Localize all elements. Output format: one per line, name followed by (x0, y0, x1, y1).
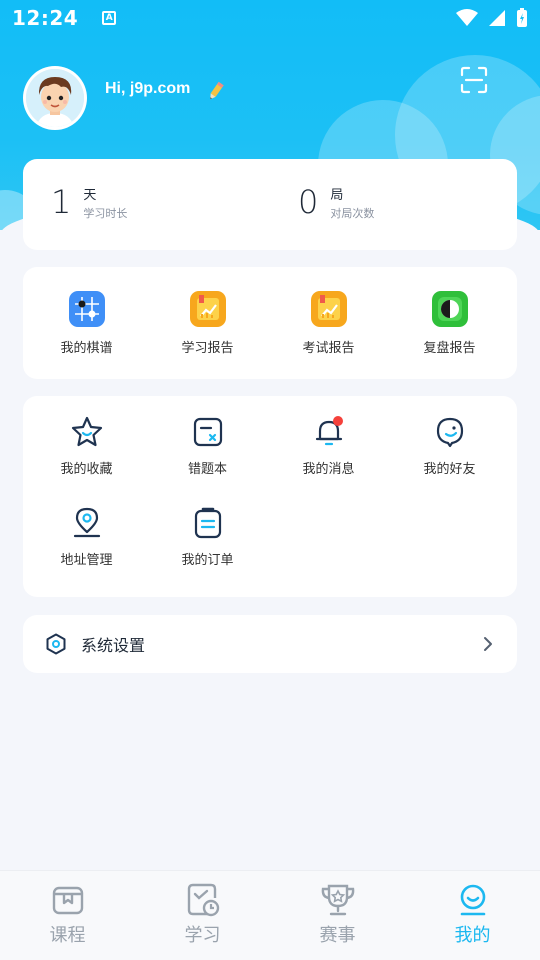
report-label: 考试报告 (302, 341, 355, 356)
tool-label: 我的消息 (302, 462, 355, 477)
stats-card: 1 天 学习时长 0 局 对局次数 (23, 159, 517, 250)
game-count-stat[interactable]: 0 局 对局次数 (298, 183, 374, 221)
tool-item-mistakes[interactable]: 错题本 (147, 414, 268, 505)
nav-label: 我的 (454, 925, 491, 946)
chevron-right-icon (484, 637, 492, 651)
report-item-board-record[interactable]: 我的棋谱 (26, 291, 147, 356)
status-a-icon: A (102, 11, 117, 25)
report-item-study[interactable]: 学习报告 (147, 291, 268, 356)
stat-label: 对局次数 (330, 206, 375, 220)
tool-item-address[interactable]: 地址管理 (26, 505, 147, 596)
tab-events[interactable]: 赛事 (270, 871, 405, 960)
wifi-icon (456, 9, 478, 26)
order-icon (194, 507, 221, 539)
tool-label: 我的收藏 (60, 462, 113, 477)
tool-label: 错题本 (187, 462, 227, 477)
username[interactable]: Hi, j9p.com (105, 80, 190, 98)
stat-label: 学习时长 (83, 206, 128, 220)
avatar[interactable] (23, 66, 87, 130)
system-settings-row[interactable]: 系统设置 (23, 615, 517, 673)
report-label: 复盘报告 (423, 341, 476, 356)
nav-label: 课程 (49, 925, 86, 946)
report-label: 学习报告 (181, 341, 234, 356)
reports-card: 我的棋谱 学习报告 考试报告 复盘报告 (23, 267, 517, 379)
board-record-icon (68, 291, 105, 327)
trophy-icon (321, 884, 354, 916)
signal-icon (489, 10, 505, 26)
friend-icon (436, 417, 463, 448)
stat-unit: 局 (330, 187, 344, 203)
stat-unit: 天 (83, 187, 97, 203)
study-duration-stat[interactable]: 1 天 学习时长 (51, 183, 127, 221)
scan-icon[interactable] (460, 66, 488, 94)
study-icon (187, 883, 219, 917)
review-report-icon (431, 291, 468, 327)
settings-hexagon-icon (46, 633, 66, 655)
battery-icon (517, 8, 527, 27)
tool-item-orders[interactable]: 我的订单 (147, 505, 268, 596)
status-time: 12:24 (12, 6, 79, 30)
course-icon (52, 886, 83, 915)
tool-item-friends[interactable]: 我的好友 (389, 414, 510, 505)
tool-item-messages[interactable]: 我的消息 (268, 414, 389, 505)
avatar-face-icon (26, 69, 84, 127)
study-report-icon (189, 291, 226, 327)
tool-label: 我的好友 (423, 462, 476, 477)
exam-report-icon (310, 291, 347, 327)
tab-course[interactable]: 课程 (0, 871, 135, 960)
nav-label: 赛事 (319, 925, 356, 946)
mistake-book-icon (193, 417, 222, 447)
nav-label: 学习 (184, 925, 221, 946)
report-item-review[interactable]: 复盘报告 (389, 291, 510, 356)
bell-icon (315, 416, 343, 446)
report-item-exam[interactable]: 考试报告 (268, 291, 389, 356)
stat-value: 0 (298, 183, 319, 221)
profile-icon (460, 884, 485, 916)
report-label: 我的棋谱 (60, 341, 113, 356)
tool-label: 地址管理 (60, 553, 113, 568)
settings-label: 系统设置 (81, 636, 146, 655)
tool-item-favorites[interactable]: 我的收藏 (26, 414, 147, 505)
edit-pencil-icon[interactable] (205, 80, 227, 102)
tab-study[interactable]: 学习 (135, 871, 270, 960)
status-bar: 12:24 A (0, 0, 540, 36)
stat-value: 1 (51, 183, 72, 221)
bottom-nav: 课程 学习 赛事 我的 (0, 870, 540, 960)
tab-profile[interactable]: 我的 (405, 871, 540, 960)
location-icon (73, 507, 100, 538)
tool-label: 我的订单 (181, 553, 234, 568)
tools-card: 我的收藏 错题本 我的消息 我的好友 地址管理 我的订单 (23, 396, 517, 597)
star-icon (71, 416, 102, 447)
